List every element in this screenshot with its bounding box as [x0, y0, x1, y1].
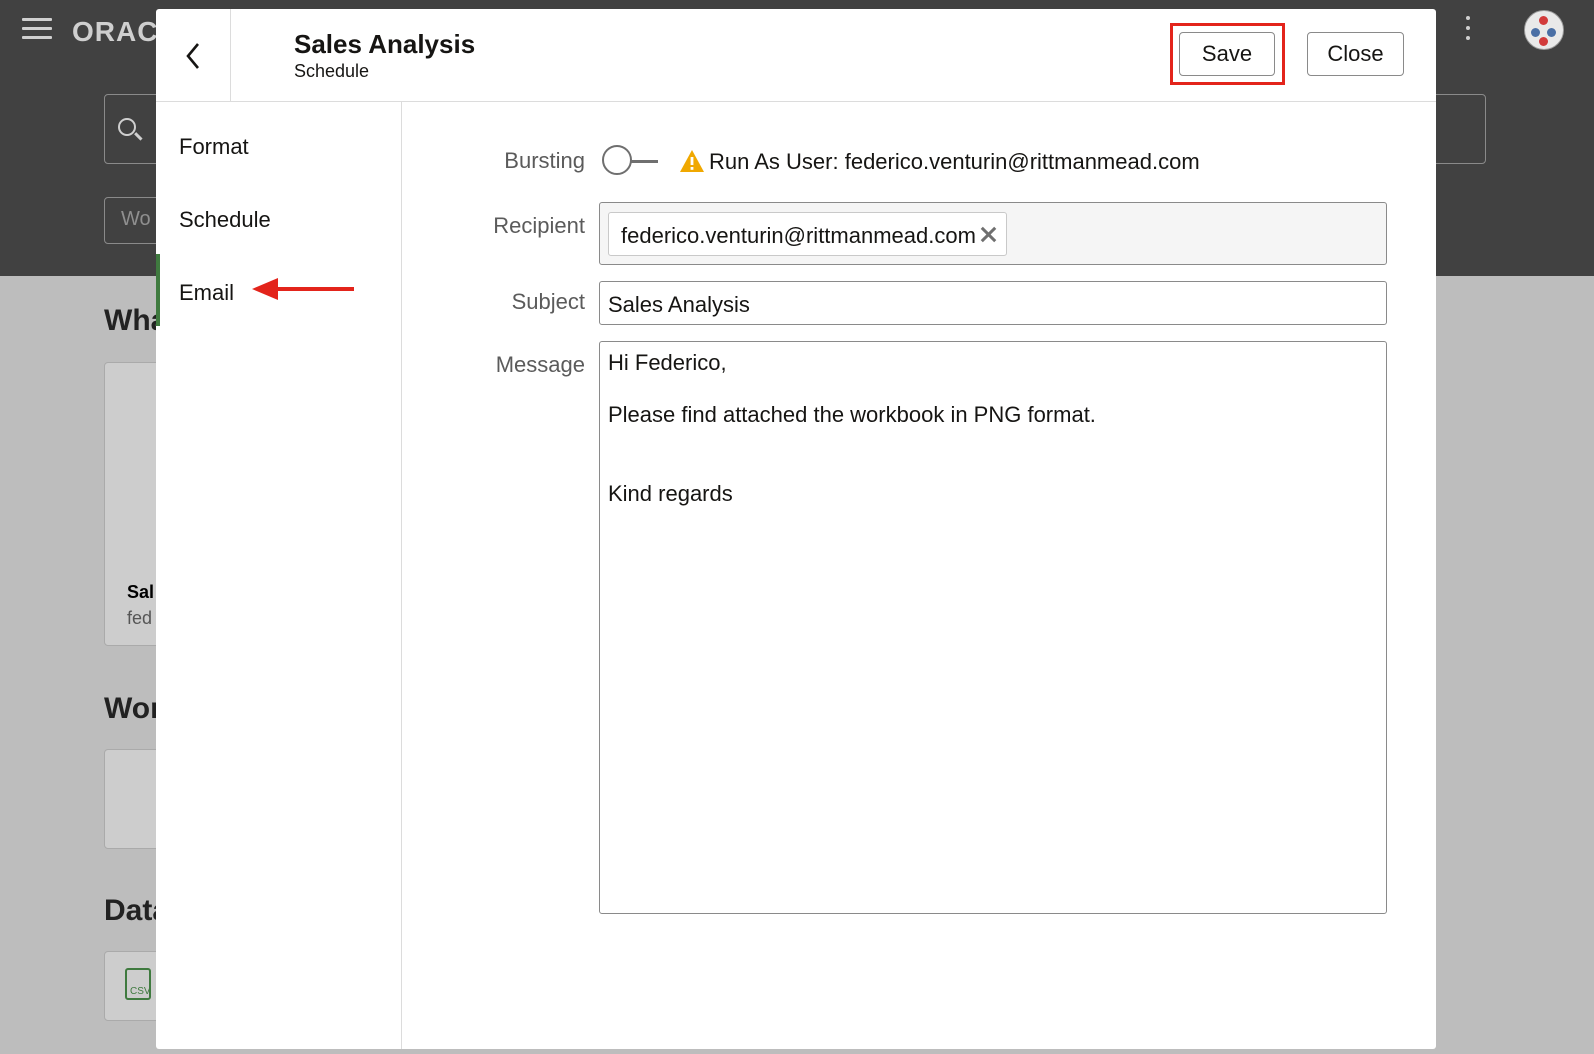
bursting-label: Bursting	[504, 148, 585, 173]
save-button[interactable]: Save	[1179, 32, 1275, 76]
remove-icon[interactable]	[978, 223, 998, 245]
recipient-chip-label: federico.venturin@rittmanmead.com	[621, 223, 976, 248]
recipient-label: Recipient	[493, 213, 585, 238]
close-button[interactable]: Close	[1307, 32, 1404, 76]
card-title: Sal	[127, 582, 155, 602]
menu-icon[interactable]	[22, 18, 52, 42]
recipient-input[interactable]: federico.venturin@rittmanmead.com	[599, 202, 1387, 265]
recipient-chip: federico.venturin@rittmanmead.com	[608, 212, 1007, 256]
section-heading: Wor	[104, 692, 162, 725]
message-line	[608, 455, 1378, 481]
card-owner: fed	[127, 608, 153, 628]
message-line	[608, 376, 1378, 402]
nav-item-email[interactable]: Email	[179, 280, 234, 306]
dialog-title: Sales Analysis	[294, 29, 476, 59]
subject-input[interactable]: Sales Analysis	[599, 281, 1387, 325]
message-line: Hi Federico,	[608, 350, 727, 375]
csv-file-icon: CSV	[125, 968, 151, 1000]
message-line: Kind regards	[608, 480, 733, 506]
annotation-arrow-icon	[252, 278, 354, 300]
side-nav: Format Schedule Email	[156, 102, 402, 1049]
chevron-left-icon	[186, 43, 199, 69]
message-line: Please find attached the workbook in PNG…	[608, 402, 1096, 428]
back-button[interactable]	[156, 9, 231, 101]
nav-active-indicator	[156, 254, 160, 326]
dialog-subtitle: Schedule	[294, 61, 370, 81]
nav-item-format[interactable]: Format	[179, 134, 249, 160]
dialog-header: Sales Analysis Schedule Save Close	[156, 9, 1436, 102]
nav-item-schedule[interactable]: Schedule	[179, 207, 271, 233]
more-options-icon[interactable]	[1466, 16, 1472, 42]
run-as-user-text: Run As User: federico.venturin@rittmanme…	[709, 149, 1200, 174]
search-icon	[118, 118, 136, 136]
subject-label: Subject	[511, 289, 585, 314]
message-textarea[interactable]: Hi Federico, Please find attached the wo…	[599, 341, 1387, 914]
message-label: Message	[495, 352, 585, 377]
message-line	[608, 429, 1378, 455]
avatar[interactable]	[1524, 10, 1564, 50]
bursting-toggle[interactable]	[602, 145, 660, 179]
warning-icon	[680, 150, 704, 172]
schedule-dialog: Sales Analysis Schedule Save Close Forma…	[156, 9, 1436, 1049]
